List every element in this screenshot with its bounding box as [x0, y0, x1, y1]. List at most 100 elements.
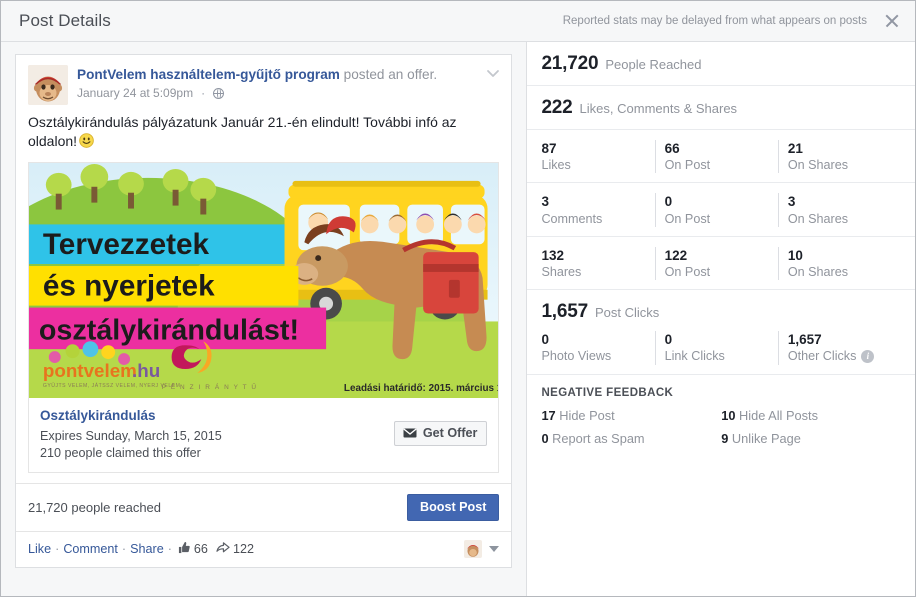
comments-onshares-label: On Shares	[787, 211, 849, 226]
close-icon[interactable]	[881, 10, 903, 32]
other-clicks-value: 1,657	[787, 332, 822, 348]
people-reached-block: 21,720 People Reached	[527, 42, 915, 86]
post-action-row: Like · Comment · Share · 66 122	[16, 530, 512, 567]
post-clicks-label: Post Clicks	[594, 305, 660, 321]
offer-title[interactable]: Osztálykirándulás	[40, 407, 394, 425]
post-details-window: Post Details Reported stats may be delay…	[0, 0, 916, 597]
engagement-label: Likes, Comments & Shares	[579, 101, 738, 116]
hide-all-posts-label: Hide All Posts	[739, 407, 818, 423]
likes-total-label: Likes	[541, 158, 571, 173]
comments-onshares-cell: 3 On Shares	[777, 193, 901, 227]
page-name-link[interactable]: PontVelem használtelem-gyűjtő program	[77, 67, 340, 82]
clicks-breakdown-row: 0 Photo Views 0 Link Clicks 1,657 Other …	[527, 325, 915, 375]
svg-text:Tervezzetek: Tervezzetek	[43, 228, 210, 261]
get-offer-label: Get Offer	[422, 426, 478, 441]
boost-post-button[interactable]: Boost Post	[406, 493, 500, 521]
unlike-page-value: 9	[721, 430, 729, 446]
shares-breakdown-row: 132 Shares 122 On Post 10 On Shares	[527, 237, 915, 291]
post-clicks-block: 1,657 Post Clicks	[527, 290, 915, 325]
post-meta: January 24 at 5:09pm ·	[77, 86, 437, 102]
other-clicks-label-wrap: Other Clicks i	[788, 348, 901, 364]
like-count-chip[interactable]: 66	[178, 541, 208, 557]
offer-image[interactable]: Tervezzetek és nyerjetek osztálykirándul…	[28, 161, 500, 399]
shares-total-value: 132	[541, 247, 564, 263]
link-clicks-value: 0	[664, 332, 673, 348]
comments-total-label: Comments	[541, 211, 603, 226]
share-arrow-icon	[216, 541, 230, 557]
comment-action[interactable]: Comment	[63, 542, 118, 556]
like-action[interactable]: Like	[28, 542, 51, 556]
svg-text:és nyerjetek: és nyerjetek	[43, 269, 215, 302]
caret-down-icon[interactable]	[489, 545, 500, 552]
likes-onpost-cell: 66 On Post	[654, 140, 778, 174]
photo-views-cell: 0 Photo Views	[541, 331, 654, 364]
comments-total-cell: 3 Comments	[541, 193, 654, 226]
action-separator-2: ·	[121, 541, 127, 556]
post-timestamp[interactable]: January 24 at 5:09pm	[77, 86, 193, 102]
unlike-page-label: Unlike Page	[731, 430, 801, 446]
svg-text:Leadási határidő: 2015. márciu: Leadási határidő: 2015. március 15.	[344, 382, 498, 393]
avatar[interactable]	[464, 539, 483, 558]
post-header-text: PontVelem használtelem-gyűjtő program po…	[77, 65, 437, 105]
shares-total-label: Shares	[541, 265, 582, 280]
share-count-chip[interactable]: 122	[216, 541, 254, 557]
window-titlebar: Post Details Reported stats may be delay…	[1, 1, 915, 42]
engagement-headline: 222 Likes, Comments & Shares	[541, 97, 901, 119]
shares-onpost-cell: 122 On Post	[654, 246, 778, 281]
shares-onpost-value: 122	[664, 247, 688, 263]
engagement-block: 222 Likes, Comments & Shares	[527, 86, 915, 130]
offer-expiry: Expires Sunday, March 15, 2015	[40, 428, 222, 443]
likes-breakdown-row: 87 Likes 66 On Post 21 On Shares	[527, 130, 915, 184]
stats-pane: 21,720 People Reached 222 Likes, Comment…	[527, 42, 915, 596]
likes-onshares-cell: 21 On Shares	[777, 140, 901, 174]
shares-onshares-cell: 10 On Shares	[777, 246, 901, 281]
info-icon[interactable]: i	[861, 349, 875, 363]
comments-onpost-cell: 0 On Post	[654, 193, 778, 227]
post-action-text: posted an offer.	[339, 67, 438, 82]
other-clicks-cell: 1,657 Other Clicks i	[777, 331, 901, 365]
post-clicks-value: 1,657	[541, 301, 588, 323]
envelope-icon	[403, 428, 417, 438]
stats-delay-note: Reported stats may be delayed from what …	[562, 15, 867, 27]
action-separator-3: ·	[167, 541, 172, 556]
comments-onpost-label: On Post	[664, 211, 711, 226]
unlike-page-item: 9 Unlike Page	[721, 431, 901, 446]
offer-info-text: Osztálykirándulás Expires Sunday, March …	[40, 407, 394, 461]
share-count: 122	[232, 541, 254, 556]
report-spam-value: 0	[541, 430, 549, 446]
likes-total-cell: 87 Likes	[541, 140, 654, 173]
post-byline: PontVelem használtelem-gyűjtő program po…	[77, 66, 437, 84]
shares-onshares-value: 10	[787, 247, 803, 263]
negative-feedback-title: NEGATIVE FEEDBACK	[541, 386, 674, 399]
svg-text:pontvelem: pontvelem	[43, 360, 137, 381]
action-separator-1: ·	[55, 541, 60, 556]
window-body: PontVelem használtelem-gyűjtő program po…	[1, 42, 915, 596]
comments-total-value: 3	[541, 194, 549, 210]
post-preview-pane: PontVelem használtelem-gyűjtő program po…	[1, 42, 528, 596]
globe-icon	[212, 87, 225, 100]
negative-feedback-block: NEGATIVE FEEDBACK 17 Hide Post 10 Hide A…	[527, 375, 915, 460]
chevron-down-icon[interactable]	[485, 65, 501, 81]
report-spam-item: 0 Report as Spam	[541, 431, 721, 446]
share-action[interactable]: Share	[130, 542, 164, 556]
likes-total-value: 87	[541, 141, 557, 156]
hide-all-posts-item: 10 Hide All Posts	[721, 408, 901, 423]
comments-onshares-value: 3	[787, 194, 796, 210]
smiley-emoji-icon	[79, 133, 94, 149]
like-count: 66	[193, 541, 208, 556]
post-reach-text: 21,720 people reached	[28, 499, 162, 515]
link-clicks-label: Link Clicks	[664, 349, 725, 364]
svg-text:GYŰJTS VELEM, JÁTSSZ VELEM, NY: GYŰJTS VELEM, JÁTSSZ VELEM, NYERJ VELEM	[43, 381, 181, 388]
post-message: Osztálykirándulás pályázatunk Január 21.…	[16, 111, 511, 162]
shares-onshares-label: On Shares	[787, 265, 849, 280]
other-clicks-label: Other Clicks	[787, 349, 857, 364]
titlebar-right-group: Reported stats may be delayed from what …	[563, 10, 903, 32]
svg-text:.hu: .hu	[132, 360, 160, 381]
photo-views-label: Photo Views	[541, 349, 612, 364]
comments-breakdown-row: 3 Comments 0 On Post 3 On Shares	[527, 183, 915, 237]
hide-post-label: Hide Post	[559, 407, 615, 423]
get-offer-button[interactable]: Get Offer	[393, 421, 488, 447]
page-avatar[interactable]	[28, 65, 68, 105]
post-card: PontVelem használtelem-gyűjtő program po…	[15, 54, 513, 568]
shares-onpost-label: On Post	[664, 265, 711, 280]
